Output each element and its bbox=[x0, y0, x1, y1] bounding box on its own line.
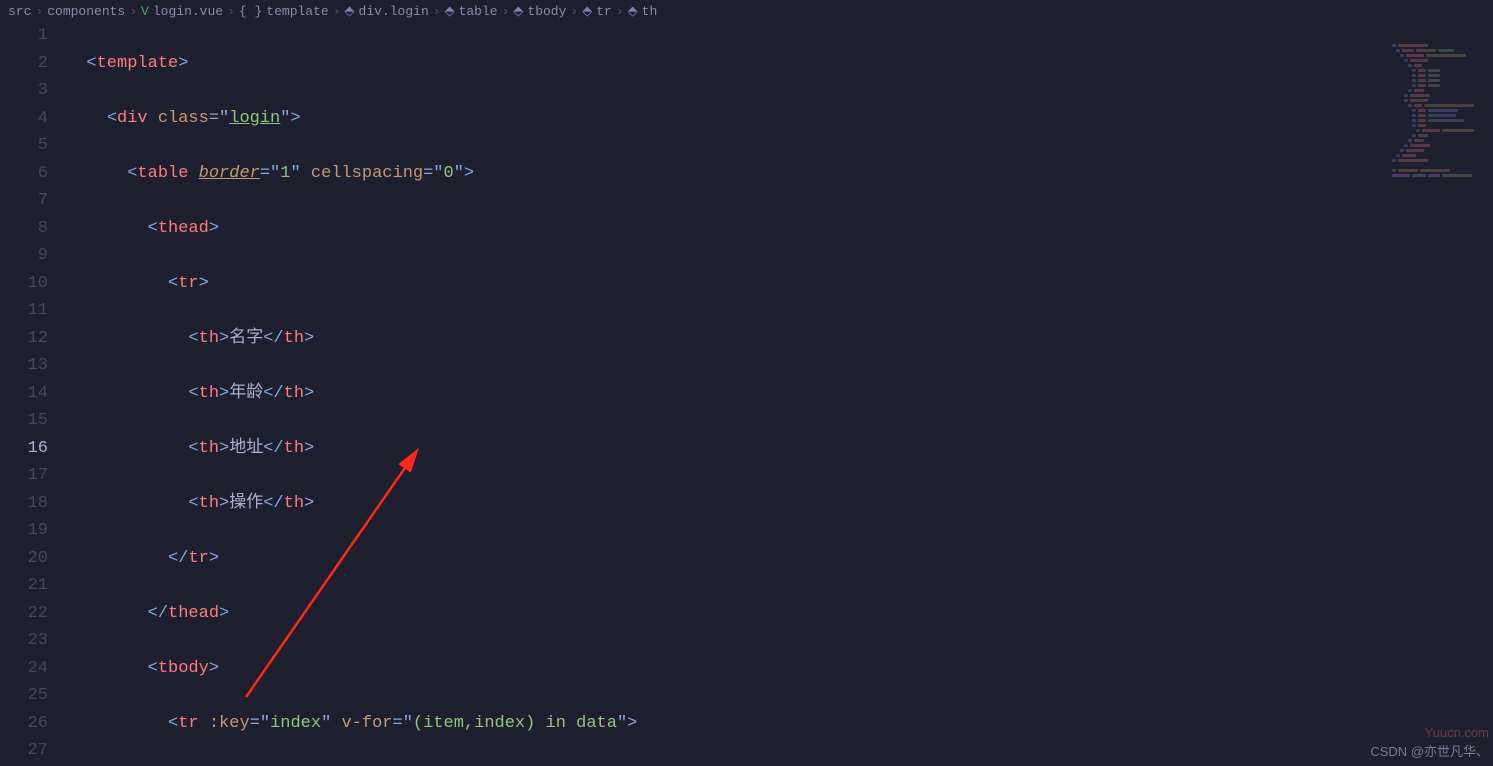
line-number: 2 bbox=[0, 50, 48, 78]
chevron-right-icon: › bbox=[570, 4, 578, 19]
line-number: 4 bbox=[0, 105, 48, 133]
code-line[interactable]: <th>年龄</th> bbox=[66, 380, 1493, 408]
code-line[interactable]: <th>操作</th> bbox=[66, 490, 1493, 518]
code-line[interactable]: <div class="login"> bbox=[66, 105, 1493, 133]
crumb-src[interactable]: src bbox=[8, 4, 31, 19]
crumb-tbody[interactable]: tbody bbox=[527, 4, 566, 19]
crumb-tr[interactable]: tr bbox=[596, 4, 612, 19]
line-number: 20 bbox=[0, 545, 48, 573]
chevron-right-icon: › bbox=[227, 4, 235, 19]
crumb-components[interactable]: components bbox=[47, 4, 125, 19]
symbol-icon: ⬘ bbox=[345, 4, 355, 19]
symbol-icon: ⬘ bbox=[445, 4, 455, 19]
line-number: 25 bbox=[0, 682, 48, 710]
code-line[interactable]: <tbody> bbox=[66, 655, 1493, 683]
chevron-right-icon: › bbox=[433, 4, 441, 19]
code-line[interactable]: <template> bbox=[66, 50, 1493, 78]
minimap[interactable] bbox=[1388, 44, 1493, 766]
line-number: 23 bbox=[0, 627, 48, 655]
line-number: 7 bbox=[0, 187, 48, 215]
chevron-right-icon: › bbox=[616, 4, 624, 19]
code-line[interactable]: <table border="1" cellspacing="0"> bbox=[66, 160, 1493, 188]
line-number: 3 bbox=[0, 77, 48, 105]
crumb-template[interactable]: template bbox=[266, 4, 328, 19]
code-line[interactable]: <thead> bbox=[66, 215, 1493, 243]
symbol-icon: ⬘ bbox=[513, 4, 523, 19]
code-editor[interactable]: 1 2 3 4 5 6 7 8 9 10 11 12 13 14 15 16 1… bbox=[0, 22, 1493, 766]
chevron-right-icon: › bbox=[35, 4, 43, 19]
symbol-icon: ⬘ bbox=[628, 4, 638, 19]
code-content[interactable]: <template> <div class="login"> <table bo… bbox=[66, 22, 1493, 766]
line-number: 14 bbox=[0, 380, 48, 408]
line-number: 6 bbox=[0, 160, 48, 188]
code-line[interactable]: <tr> bbox=[66, 270, 1493, 298]
watermark: CSDN @亦世凡华、 bbox=[1370, 741, 1489, 760]
line-number: 1 bbox=[0, 22, 48, 50]
symbol-icon: ⬘ bbox=[582, 4, 592, 19]
breadcrumb[interactable]: src › components › V login.vue › { } tem… bbox=[0, 0, 1493, 22]
line-number: 26 bbox=[0, 710, 48, 738]
line-number: 11 bbox=[0, 297, 48, 325]
line-number: 18 bbox=[0, 490, 48, 518]
line-number: 15 bbox=[0, 407, 48, 435]
vue-icon: V bbox=[141, 4, 149, 19]
line-number: 27 bbox=[0, 737, 48, 765]
watermark: Yuucn.com bbox=[1425, 725, 1489, 740]
chevron-right-icon: › bbox=[333, 4, 341, 19]
crumb-file[interactable]: login.vue bbox=[153, 4, 223, 19]
line-number: 8 bbox=[0, 215, 48, 243]
line-number: 13 bbox=[0, 352, 48, 380]
line-number: 12 bbox=[0, 325, 48, 353]
code-line[interactable]: <tr :key="index" v-for="(item,index) in … bbox=[66, 710, 1493, 738]
crumb-th[interactable]: th bbox=[642, 4, 658, 19]
chevron-right-icon: › bbox=[129, 4, 137, 19]
line-number: 5 bbox=[0, 132, 48, 160]
line-number: 17 bbox=[0, 462, 48, 490]
crumb-div[interactable]: div.login bbox=[359, 4, 429, 19]
line-number: 19 bbox=[0, 517, 48, 545]
code-line[interactable]: <th>地址</th> bbox=[66, 435, 1493, 463]
line-number: 10 bbox=[0, 270, 48, 298]
line-number-current: 16 bbox=[0, 435, 48, 463]
line-number: 24 bbox=[0, 655, 48, 683]
code-line[interactable]: </tr> bbox=[66, 545, 1493, 573]
crumb-table[interactable]: table bbox=[459, 4, 498, 19]
line-number: 21 bbox=[0, 572, 48, 600]
braces-icon: { } bbox=[239, 4, 262, 19]
line-gutter: 1 2 3 4 5 6 7 8 9 10 11 12 13 14 15 16 1… bbox=[0, 22, 66, 766]
line-number: 22 bbox=[0, 600, 48, 628]
code-line[interactable]: </thead> bbox=[66, 600, 1493, 628]
chevron-right-icon: › bbox=[502, 4, 510, 19]
line-number: 9 bbox=[0, 242, 48, 270]
code-line[interactable]: <th>名字</th> bbox=[66, 325, 1493, 353]
